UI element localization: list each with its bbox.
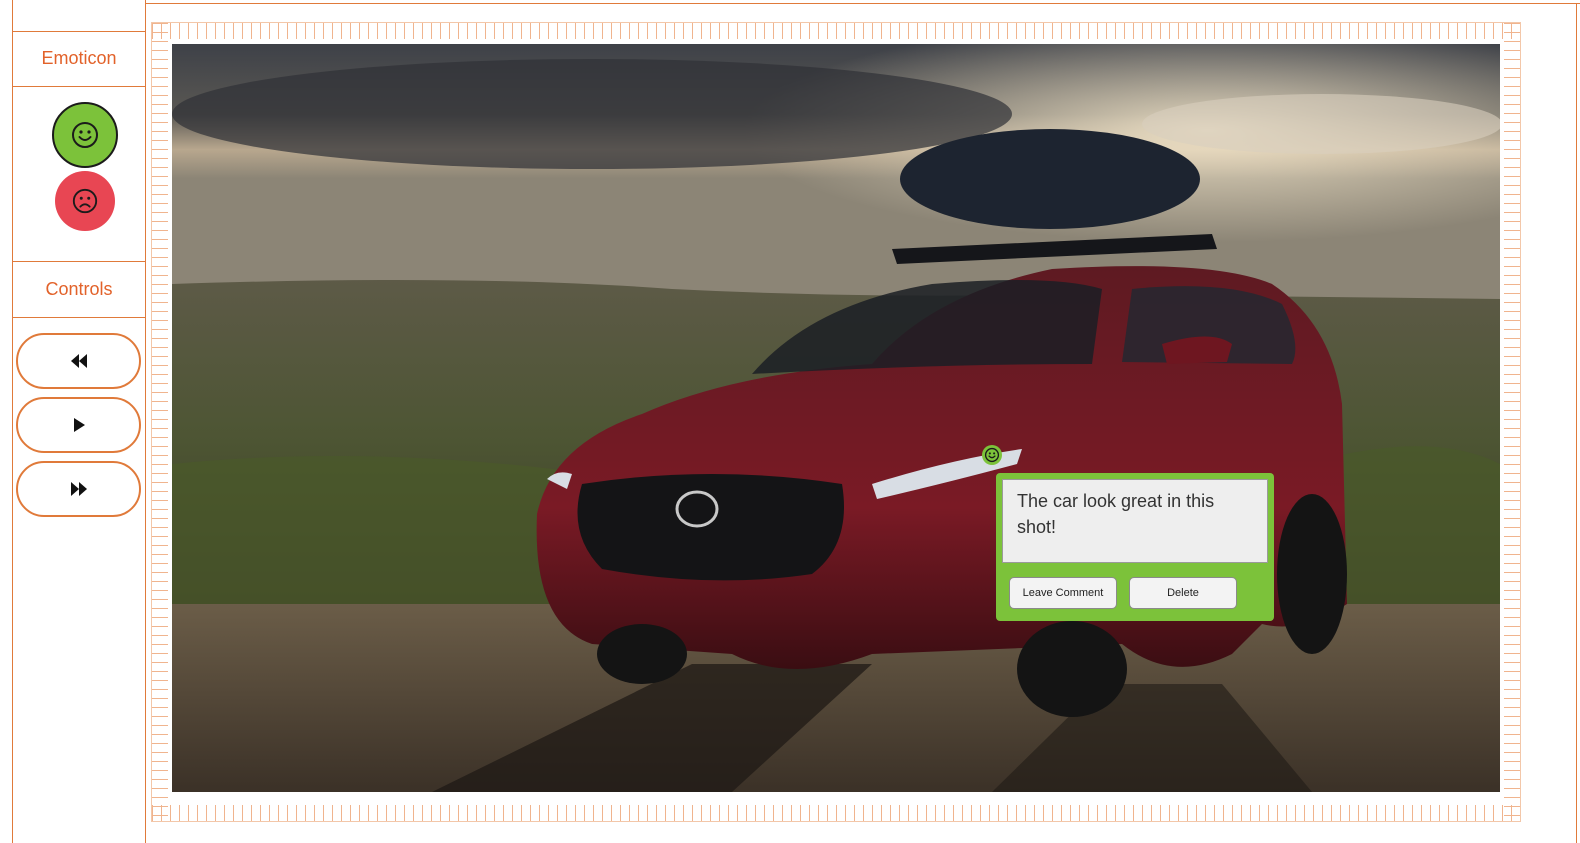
fast-forward-button[interactable] [16,461,141,517]
divider [146,3,1580,4]
sad-emoticon-button[interactable] [55,171,115,231]
fast-forward-icon [70,482,87,496]
play-button[interactable] [16,397,141,453]
happy-emoticon-button[interactable] [52,102,118,168]
play-icon [73,418,85,432]
emoticon-section-title: Emoticon [13,31,145,87]
rewind-button[interactable] [16,333,141,389]
video-player[interactable] [172,44,1500,792]
sidebar: Emoticon Controls [12,0,146,843]
video-frame-car-image [172,44,1500,792]
comment-popup: The car look great in this shot! Leave C… [996,473,1274,621]
leave-comment-button[interactable]: Leave Comment [1009,577,1117,609]
smile-face-icon [72,122,98,148]
rewind-icon [70,354,87,368]
comment-textarea[interactable]: The car look great in this shot! [1002,479,1268,563]
comment-marker[interactable] [982,445,1002,465]
frown-face-icon [72,188,98,214]
divider [1576,3,1577,843]
smile-face-icon [984,447,1000,463]
controls-section-title: Controls [13,261,145,318]
delete-comment-button[interactable]: Delete [1129,577,1237,609]
